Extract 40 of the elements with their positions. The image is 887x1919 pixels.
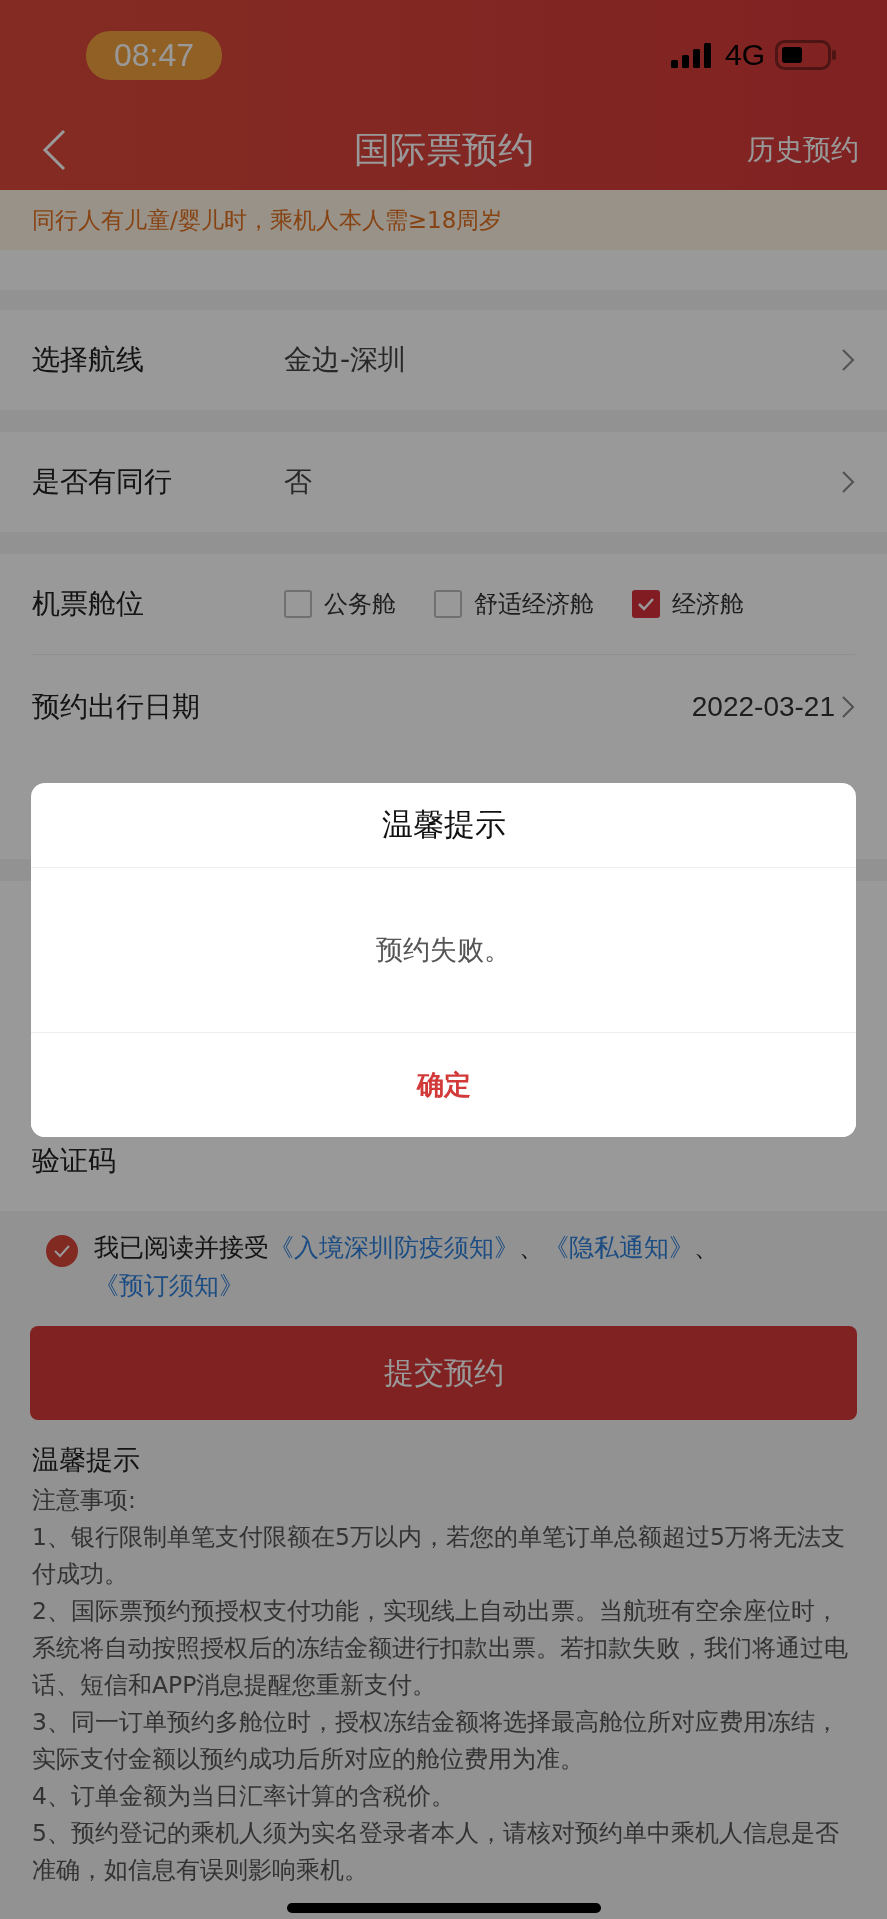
agreement-text: 我已阅读并接受《入境深圳防疫须知》、《隐私通知》、 《预订须知》 bbox=[94, 1232, 720, 1302]
chevron-icon bbox=[841, 470, 855, 494]
tips-title: 温馨提示 bbox=[32, 1443, 141, 1477]
tips-paragraph: 4、订单金额为当日汇率计算的含税价。 bbox=[32, 1781, 456, 1812]
page-title: 国际票预约 bbox=[353, 127, 534, 172]
field-value[interactable]: 否 bbox=[284, 463, 841, 501]
status-time: 08:47 bbox=[86, 30, 223, 80]
field-label: 机票舱位 bbox=[32, 586, 145, 622]
check-icon bbox=[52, 1243, 72, 1259]
date-value[interactable]: 2022-03-21 bbox=[691, 691, 835, 723]
tips-paragraph: 5、预约登记的乘机人须为实名登录者本人，请核对预约单中乘机人信息是否准确，如信息有误则影响乘机。 bbox=[32, 1818, 840, 1886]
back-icon[interactable] bbox=[42, 129, 66, 171]
option-label[interactable]: 舒适经济舱 bbox=[474, 588, 594, 620]
checkbox[interactable] bbox=[632, 590, 660, 618]
tips-paragraph: 注意事项: bbox=[32, 1485, 137, 1516]
tips-paragraph: 3、同一订单预约多舱位时，授权冻结金额将选择最高舱位所对应费用冻结，实际支付金额以预约成功后所对应的舱位费用为准。 bbox=[32, 1707, 840, 1775]
policy-link[interactable]: 《入境深圳防疫须知》 bbox=[269, 1233, 519, 1262]
check-icon bbox=[636, 596, 656, 612]
checkbox[interactable] bbox=[434, 590, 462, 618]
tips-paragraph: 1、银行限制单笔支付限额在5万以内，若您的单笔订单总额超过5万将无法支付成功。 bbox=[32, 1522, 846, 1590]
option-label[interactable]: 公务舱 bbox=[324, 588, 396, 620]
policy-link[interactable]: 《预订须知》 bbox=[94, 1271, 244, 1300]
submit-button[interactable]: 提交预约 bbox=[30, 1326, 857, 1420]
history-link[interactable]: 历史预约 bbox=[747, 131, 859, 169]
tips-paragraph: 2、国际票预约预授权支付功能，实现线上自动出票。当航班有空余座位时，系统将自动按照授权后的冻结金额进行扣款出票。若扣款失败，我们将通过电话、短信和APP消息提醒您重新支付。 bbox=[32, 1596, 849, 1701]
chevron-icon bbox=[841, 348, 855, 372]
field-value[interactable]: 金边-深圳 bbox=[284, 341, 841, 379]
network-label: 4G bbox=[724, 38, 765, 72]
option-label[interactable]: 经济舱 bbox=[672, 588, 744, 620]
notice-banner: 同行人有儿童/婴儿时，乘机人本人需≥18周岁 bbox=[0, 190, 887, 250]
agreement-checkbox[interactable] bbox=[46, 1235, 78, 1267]
checkbox[interactable] bbox=[284, 590, 312, 618]
policy-link[interactable]: 《隐私通知》 bbox=[544, 1233, 694, 1262]
field-label: 选择航线 bbox=[32, 342, 145, 378]
dialog-message: 预约失败。 bbox=[376, 933, 511, 967]
dialog-title: 温馨提示 bbox=[31, 783, 856, 868]
field-label: 是否有同行 bbox=[32, 464, 173, 500]
field-label: 预约出行日期 bbox=[32, 689, 201, 725]
field-label: 验证码 bbox=[32, 1143, 117, 1179]
chevron-icon bbox=[841, 695, 855, 719]
